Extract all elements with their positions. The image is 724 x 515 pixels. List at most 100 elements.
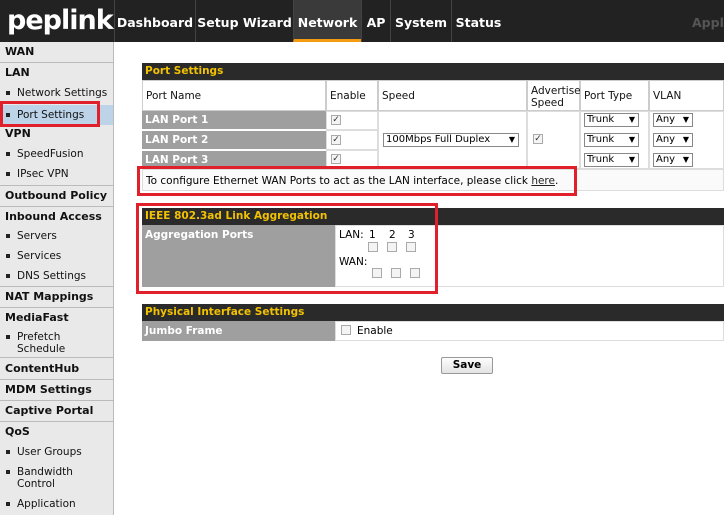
- port-type-value: Trunk: [587, 134, 615, 145]
- chevron-down-icon: ▼: [508, 135, 515, 144]
- sidebar-item-services[interactable]: Services: [0, 250, 113, 262]
- sidebar-head-qos[interactable]: QoS: [0, 425, 113, 438]
- chevron-down-icon: ▼: [682, 155, 689, 164]
- vlan-value: Any: [656, 154, 676, 165]
- sidebar-item-label: Bandwidth Control: [17, 466, 73, 490]
- bullet-icon: [6, 254, 10, 258]
- col-header-port-type: Port Type: [580, 80, 649, 111]
- sidebar-item-label: SpeedFusion: [17, 148, 84, 160]
- sidebar-item-label: Network Settings: [17, 87, 108, 99]
- vlan-select-lan-2[interactable]: Any ▼: [653, 133, 693, 147]
- chevron-down-icon: ▼: [682, 135, 689, 144]
- port-type-value: Trunk: [587, 114, 615, 125]
- port-type-select-lan-3[interactable]: Trunk ▼: [584, 153, 639, 167]
- sidebar-item-prefetch-schedule[interactable]: Prefetch Schedule: [0, 331, 90, 355]
- tab-setup-wizard[interactable]: Setup Wizard: [195, 0, 293, 42]
- bullet-icon: [6, 335, 10, 339]
- sidebar-divider: [0, 357, 113, 358]
- bullet-icon: [6, 502, 10, 506]
- sidebar-item-label: Prefetch Schedule: [17, 331, 66, 355]
- col-header-advertise-speed: Advertise Speed: [527, 80, 581, 111]
- physical-interface-header: Physical Interface Settings: [142, 304, 724, 321]
- tab-system[interactable]: System: [390, 0, 451, 42]
- col-header-vlan: VLAN: [649, 80, 724, 111]
- highlight-box: [136, 203, 438, 294]
- enable-checkbox-lan-1[interactable]: ✓: [331, 115, 341, 125]
- sidebar-head-outbound-policy[interactable]: Outbound Policy: [0, 189, 113, 202]
- chevron-down-icon: ▼: [628, 155, 635, 164]
- sidebar-head-mediafast[interactable]: MediaFast: [0, 311, 113, 324]
- sidebar-divider: [0, 421, 113, 422]
- port-type-select-lan-1[interactable]: Trunk ▼: [584, 113, 639, 127]
- vlan-value: Any: [656, 134, 676, 145]
- sidebar-item-servers[interactable]: Servers: [0, 230, 113, 242]
- tab-apply-changes[interactable]: Appl: [684, 0, 724, 42]
- sidebar-head-inbound-access[interactable]: Inbound Access: [0, 210, 113, 223]
- sidebar-item-speedfusion[interactable]: SpeedFusion: [0, 148, 113, 160]
- vlan-value: Any: [656, 114, 676, 125]
- col-header-speed: Speed: [378, 80, 527, 111]
- vlan-select-lan-3[interactable]: Any ▼: [653, 153, 693, 167]
- chevron-down-icon: ▼: [682, 115, 689, 124]
- sidebar-item-label: Services: [17, 250, 62, 262]
- bullet-icon: [6, 91, 10, 95]
- sidebar-item-label: Application: [17, 498, 76, 510]
- enable-checkbox-lan-2[interactable]: ✓: [331, 135, 341, 145]
- sidebar-item-label: User Groups: [17, 446, 82, 458]
- logo-text: peplink: [7, 5, 114, 36]
- sidebar-item-network-settings[interactable]: Network Settings: [0, 87, 113, 99]
- sidebar-head-lan[interactable]: LAN: [0, 66, 113, 79]
- sidebar-item-label: Servers: [17, 230, 57, 242]
- speed-select-value: 100Mbps Full Duplex: [386, 134, 491, 145]
- bullet-icon: [6, 152, 10, 156]
- vlan-select-lan-1[interactable]: Any ▼: [653, 113, 693, 127]
- sidebar-item-user-groups[interactable]: User Groups: [0, 446, 113, 458]
- tab-ap[interactable]: AP: [361, 0, 390, 42]
- col-header-enable: Enable: [326, 80, 378, 111]
- bullet-icon: [6, 470, 10, 474]
- tab-dashboard[interactable]: Dashboard: [114, 0, 195, 42]
- sidebar-head-captive-portal[interactable]: Captive Portal: [0, 404, 113, 417]
- advertise-speed-checkbox[interactable]: ✓: [533, 134, 543, 144]
- bullet-icon: [6, 172, 10, 176]
- highlight-box: [0, 101, 100, 127]
- sidebar-head-wan[interactable]: WAN: [0, 45, 113, 58]
- sidebar-item-label: DNS Settings: [17, 270, 87, 282]
- bullet-icon: [6, 274, 10, 278]
- port-settings-header: Port Settings: [142, 63, 724, 80]
- save-button[interactable]: Save: [441, 357, 493, 374]
- enable-checkbox-lan-3[interactable]: ✓: [331, 154, 341, 164]
- sidebar-divider: [0, 185, 113, 186]
- tab-status[interactable]: Status: [451, 0, 505, 42]
- port-type-value: Trunk: [587, 154, 615, 165]
- tab-network[interactable]: Network: [293, 0, 361, 42]
- jumbo-frame-checkbox[interactable]: [341, 325, 351, 335]
- sidebar-item-bandwidth-control[interactable]: Bandwidth Control: [0, 466, 90, 490]
- sidebar-item-label: IPsec VPN: [17, 168, 69, 180]
- col-header-port-name: Port Name: [142, 80, 326, 111]
- sidebar-item-dns-settings[interactable]: DNS Settings: [0, 270, 113, 282]
- sidebar-divider: [0, 379, 113, 380]
- sidebar-head-vpn[interactable]: VPN: [0, 127, 113, 140]
- port-name-lan-1: LAN Port 1: [142, 111, 326, 130]
- port-type-select-lan-2[interactable]: Trunk ▼: [584, 133, 639, 147]
- port-name-lan-2: LAN Port 2: [142, 131, 326, 150]
- sidebar-divider: [0, 400, 113, 401]
- bullet-icon: [6, 450, 10, 454]
- top-navigation-bar: peplink Dashboard Setup Wizard Network A…: [0, 0, 724, 42]
- jumbo-frame-label: Jumbo Frame: [142, 321, 335, 341]
- sidebar-head-nat-mappings[interactable]: NAT Mappings: [0, 290, 113, 303]
- highlight-box: [137, 166, 577, 196]
- sidebar-divider: [0, 62, 113, 63]
- sidebar-divider: [0, 286, 113, 287]
- sidebar-head-contenthub[interactable]: ContentHub: [0, 362, 113, 375]
- bullet-icon: [6, 234, 10, 238]
- chevron-down-icon: ▼: [628, 115, 635, 124]
- peplink-logo[interactable]: peplink: [0, 0, 114, 42]
- speed-select[interactable]: 100Mbps Full Duplex ▼: [383, 133, 519, 147]
- sidebar-divider: [0, 206, 113, 207]
- sidebar-item-application[interactable]: Application: [0, 498, 113, 510]
- sidebar-item-ipsec-vpn[interactable]: IPsec VPN: [0, 168, 113, 180]
- chevron-down-icon: ▼: [628, 135, 635, 144]
- sidebar-head-mdm-settings[interactable]: MDM Settings: [0, 383, 113, 396]
